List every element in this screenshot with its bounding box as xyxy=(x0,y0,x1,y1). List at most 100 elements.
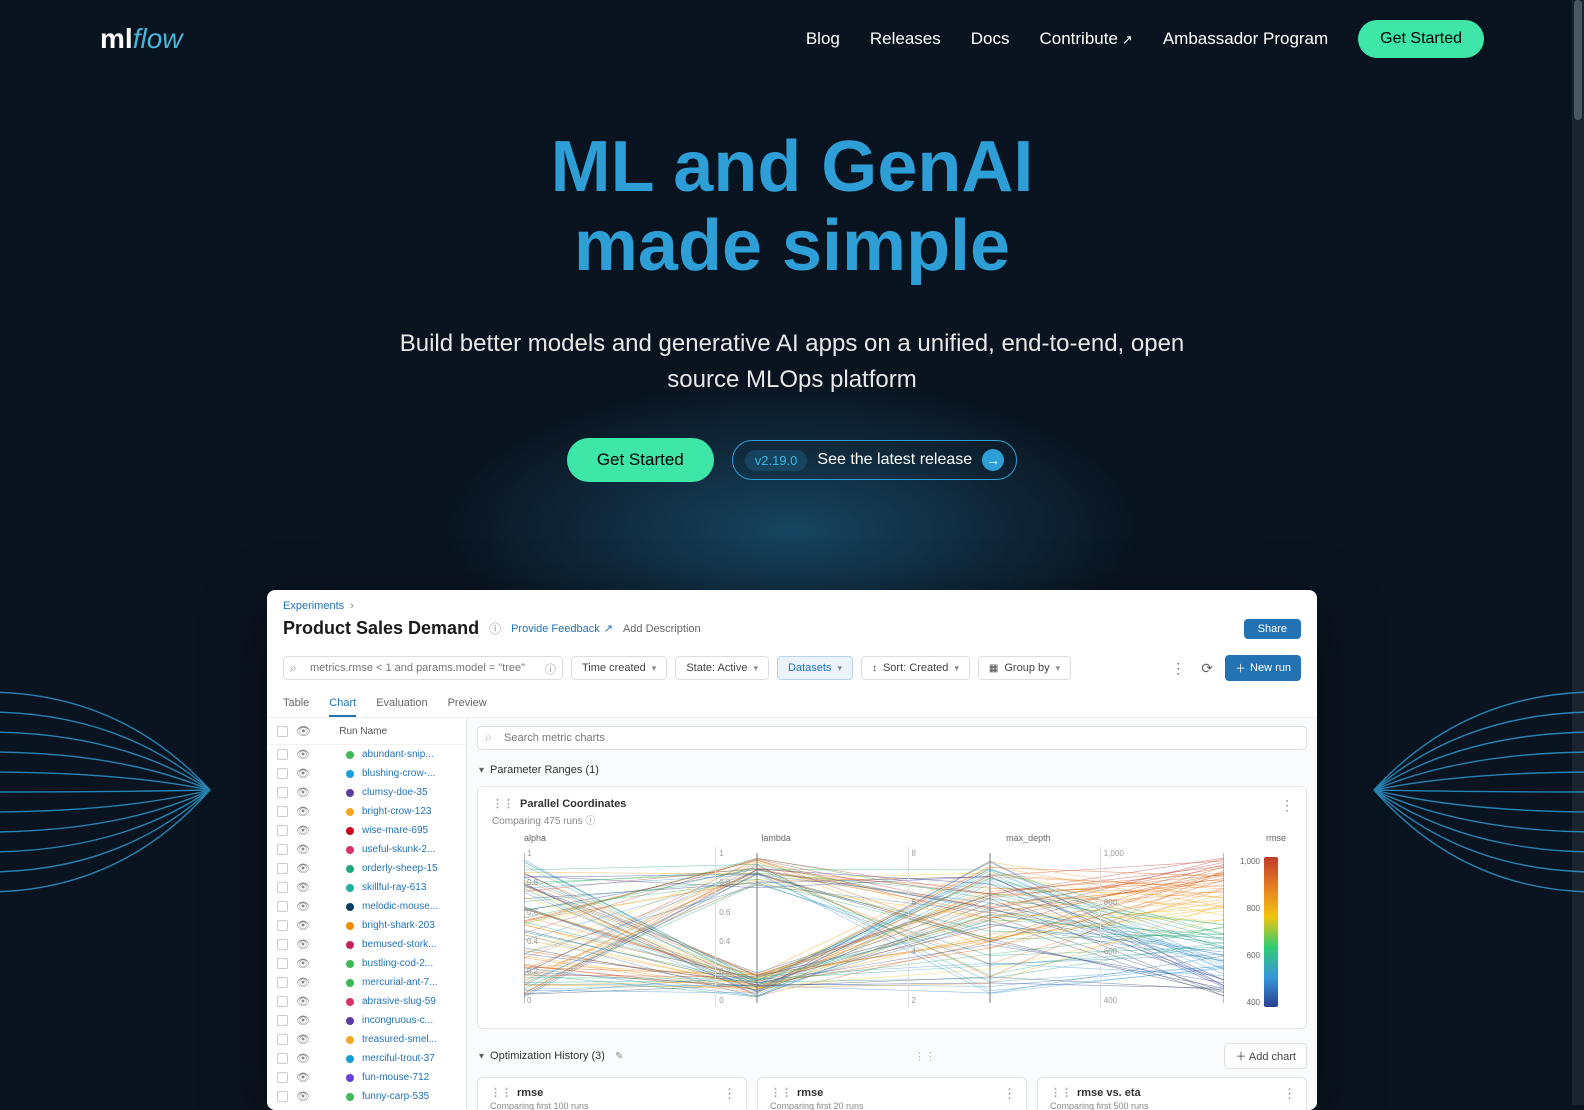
drag-handle-icon[interactable]: ⋮⋮ xyxy=(1050,1086,1072,1099)
run-row[interactable]: 👁 bustling-cod-2... xyxy=(267,954,466,973)
run-row[interactable]: 👁 abundant-snip... xyxy=(267,745,466,764)
run-name[interactable]: blushing-crow-... xyxy=(362,768,435,779)
time-filter[interactable]: Time created▾ xyxy=(571,656,667,680)
run-checkbox[interactable] xyxy=(277,863,288,874)
tab-table[interactable]: Table xyxy=(283,693,309,717)
visibility-icon[interactable]: 👁 xyxy=(296,1014,310,1027)
run-name[interactable]: merciful-trout-37 xyxy=(362,1053,435,1064)
kebab-menu-icon[interactable]: ⋮ xyxy=(1167,656,1189,681)
group-by-filter[interactable]: ▦Group by▾ xyxy=(978,656,1071,680)
run-name[interactable]: bright-crow-123 xyxy=(362,806,431,817)
run-name[interactable]: mercurial-ant-7... xyxy=(362,977,438,988)
run-name[interactable]: treasured-smel... xyxy=(362,1034,437,1045)
run-row[interactable]: 👁 funny-carp-535 xyxy=(267,1087,466,1106)
visibility-icon[interactable]: 👁 xyxy=(296,1071,310,1084)
chart-menu-icon[interactable]: ⋮ xyxy=(1003,1086,1016,1102)
run-row[interactable]: 👁 bright-crow-123 xyxy=(267,802,466,821)
drag-handle-icon[interactable]: ⋮⋮ xyxy=(914,1050,936,1063)
select-all-checkbox[interactable] xyxy=(277,726,288,737)
run-row[interactable]: 👁 melodic-mouse... xyxy=(267,897,466,916)
run-name[interactable]: useful-skunk-2... xyxy=(362,844,435,855)
datasets-filter[interactable]: Datasets▾ xyxy=(777,656,853,680)
run-checkbox[interactable] xyxy=(277,1091,288,1102)
add-description-link[interactable]: Add Description xyxy=(623,623,701,635)
chart-menu-icon[interactable]: ⋮ xyxy=(723,1086,736,1102)
run-checkbox[interactable] xyxy=(277,768,288,779)
visibility-icon[interactable]: 👁 xyxy=(296,748,310,761)
nav-docs[interactable]: Docs xyxy=(971,29,1010,49)
run-name[interactable]: funny-carp-535 xyxy=(362,1091,429,1102)
visibility-icon[interactable]: 👁 xyxy=(296,767,310,780)
run-name[interactable]: bright-shark-203 xyxy=(362,920,435,931)
run-name[interactable]: orderly-sheep-15 xyxy=(362,863,438,874)
nav-releases[interactable]: Releases xyxy=(870,29,941,49)
run-checkbox[interactable] xyxy=(277,958,288,969)
visibility-icon[interactable]: 👁 xyxy=(296,1033,310,1046)
tab-chart[interactable]: Chart xyxy=(329,693,356,717)
visibility-icon[interactable]: 👁 xyxy=(296,900,310,913)
share-button[interactable]: Share xyxy=(1244,619,1301,639)
run-checkbox[interactable] xyxy=(277,1053,288,1064)
visibility-icon[interactable]: 👁 xyxy=(296,724,311,738)
drag-handle-icon[interactable]: ⋮⋮ xyxy=(770,1086,792,1099)
visibility-icon[interactable]: 👁 xyxy=(296,976,310,989)
hero-get-started-button[interactable]: Get Started xyxy=(567,438,714,482)
run-row[interactable]: 👁incongruous-c... xyxy=(267,1011,466,1030)
run-row[interactable]: 👁 bemused-stork... xyxy=(267,935,466,954)
run-row[interactable]: 👁 merciful-trout-37 xyxy=(267,1049,466,1068)
visibility-icon[interactable]: 👁 xyxy=(296,1090,310,1103)
header-get-started-button[interactable]: Get Started xyxy=(1358,20,1484,58)
new-run-button[interactable]: ＋New run xyxy=(1225,655,1301,681)
drag-handle-icon[interactable]: ⋮⋮ xyxy=(492,797,514,810)
run-checkbox[interactable] xyxy=(277,1034,288,1045)
run-row[interactable]: 👁 treasured-smel... xyxy=(267,1030,466,1049)
edit-icon[interactable]: ✎ xyxy=(615,1051,623,1062)
run-row[interactable]: 👁 wise-mare-695 xyxy=(267,821,466,840)
latest-release-link[interactable]: v2.19.0 See the latest release → xyxy=(732,440,1017,480)
run-name[interactable]: abundant-snip... xyxy=(362,749,434,760)
run-checkbox[interactable] xyxy=(277,882,288,893)
refresh-icon[interactable]: ⟳ xyxy=(1197,656,1217,681)
run-name[interactable]: skillful-ray-613 xyxy=(362,882,426,893)
add-chart-button[interactable]: ＋ Add chart xyxy=(1224,1043,1307,1069)
visibility-icon[interactable]: 👁 xyxy=(296,805,310,818)
run-checkbox[interactable] xyxy=(277,939,288,950)
info-icon[interactable]: ⓘ xyxy=(489,620,501,637)
metric-search-input[interactable] xyxy=(477,726,1307,750)
run-name[interactable]: melodic-mouse... xyxy=(362,901,438,912)
tab-evaluation[interactable]: Evaluation xyxy=(376,693,427,717)
visibility-icon[interactable]: 👁 xyxy=(296,786,310,799)
run-checkbox[interactable] xyxy=(277,806,288,817)
run-row[interactable]: 👁 mercurial-ant-7... xyxy=(267,973,466,992)
run-row[interactable]: 👁skillful-ray-613 xyxy=(267,878,466,897)
run-name[interactable]: wise-mare-695 xyxy=(362,825,428,836)
run-name[interactable]: bustling-cod-2... xyxy=(362,958,433,969)
visibility-icon[interactable]: 👁 xyxy=(296,957,310,970)
run-row[interactable]: 👁useful-skunk-2... xyxy=(267,840,466,859)
run-checkbox[interactable] xyxy=(277,901,288,912)
run-name[interactable]: bemused-stork... xyxy=(362,939,436,950)
mlflow-logo[interactable]: mlflow xyxy=(100,23,182,55)
run-row[interactable]: 👁 blushing-crow-... xyxy=(267,764,466,783)
visibility-icon[interactable]: 👁 xyxy=(296,995,310,1008)
run-checkbox[interactable] xyxy=(277,825,288,836)
visibility-icon[interactable]: 👁 xyxy=(296,919,310,932)
run-name[interactable]: clumsy-doe-35 xyxy=(362,787,428,798)
run-name[interactable]: fun-mouse-712 xyxy=(362,1072,429,1083)
nav-contribute[interactable]: Contribute↗ xyxy=(1039,29,1132,49)
run-row[interactable]: 👁abrasive-slug-59 xyxy=(267,992,466,1011)
visibility-icon[interactable]: 👁 xyxy=(296,1052,310,1065)
run-row[interactable]: 👁orderly-sheep-15 xyxy=(267,859,466,878)
run-checkbox[interactable] xyxy=(277,787,288,798)
provide-feedback-link[interactable]: Provide Feedback↗ xyxy=(511,622,613,635)
tab-preview[interactable]: Preview xyxy=(448,693,487,717)
visibility-icon[interactable]: 👁 xyxy=(296,824,310,837)
run-checkbox[interactable] xyxy=(277,844,288,855)
run-search-input[interactable] xyxy=(283,656,563,680)
run-checkbox[interactable] xyxy=(277,1072,288,1083)
run-checkbox[interactable] xyxy=(277,977,288,988)
nav-ambassador[interactable]: Ambassador Program xyxy=(1163,29,1328,49)
visibility-icon[interactable]: 👁 xyxy=(296,938,310,951)
breadcrumb[interactable]: Experiments› xyxy=(267,590,1317,616)
run-row[interactable]: 👁 fun-mouse-712 xyxy=(267,1068,466,1087)
